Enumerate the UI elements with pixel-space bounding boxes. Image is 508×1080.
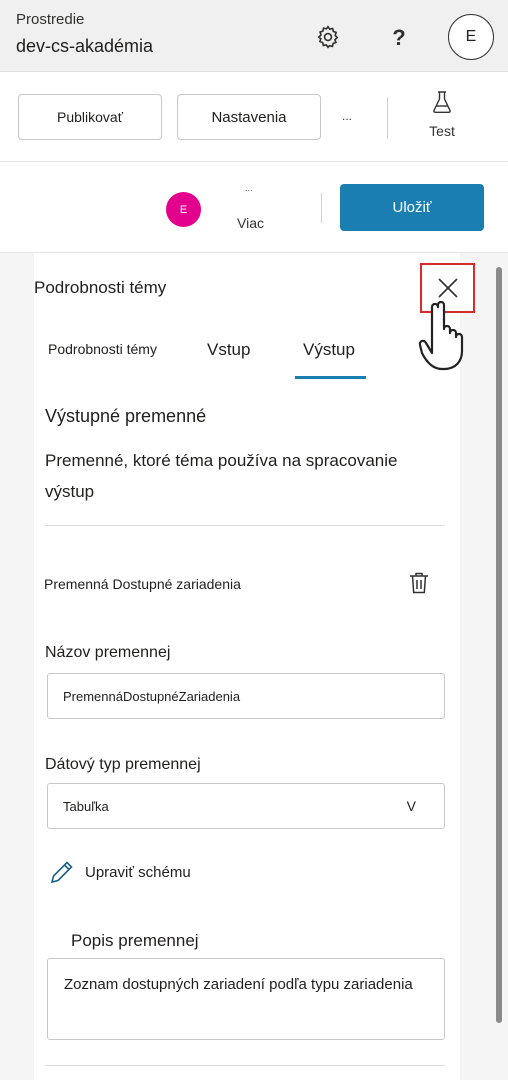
settings-gear-icon[interactable]	[313, 22, 343, 52]
publish-button[interactable]: Publikovať	[18, 94, 162, 140]
save-button[interactable]: Uložiť	[340, 184, 484, 231]
divider	[321, 193, 322, 223]
delete-trash-icon[interactable]	[408, 571, 434, 599]
variable-description-input[interactable]: Zoznam dostupných zariadení podľa typu z…	[47, 958, 445, 1040]
command-bar: Publikovať Nastavenia ... Test	[0, 72, 508, 162]
edit-schema-button[interactable]: Upraviť schému	[49, 857, 191, 887]
tab-input[interactable]: Vstup	[207, 340, 250, 360]
settings-button[interactable]: Nastavenia	[177, 94, 321, 140]
selected-tab-indicator	[295, 376, 366, 379]
variable-name-label: Názov premennej	[45, 644, 171, 661]
more-commands-button[interactable]: ...	[342, 109, 352, 123]
data-type-label: Dátový typ premennej	[45, 756, 201, 773]
test-button[interactable]: Test	[418, 90, 466, 146]
variable-heading: Premenná Dostupné zariadenia	[44, 576, 241, 592]
data-type-value: Tabuľka	[63, 798, 109, 814]
section-title: Výstupné premenné	[45, 406, 207, 426]
environment-label: Prostredie	[16, 11, 85, 28]
data-type-select[interactable]: Tabuľka V	[47, 783, 445, 829]
tab-output[interactable]: Výstup	[303, 340, 355, 360]
pencil-icon	[50, 861, 73, 884]
close-icon	[437, 278, 458, 298]
test-label: Test	[429, 123, 455, 139]
top-bar: Prostredie dev-cs-akadémia ? E	[0, 0, 508, 72]
panel-title: Podrobnosti témy	[34, 278, 167, 297]
divider	[45, 1065, 445, 1066]
topic-details-panel: Podrobnosti témy Podrobnosti témy Vstup …	[0, 253, 508, 1080]
chevron-down-icon: V	[406, 798, 416, 814]
help-icon[interactable]: ?	[386, 24, 412, 52]
divider	[387, 97, 388, 139]
save-bar: E ... Viac Uložiť	[0, 163, 508, 253]
divider	[45, 525, 445, 526]
more-button[interactable]: Viac	[237, 215, 264, 231]
variable-description-label: Popis premennej	[71, 931, 199, 950]
environment-name[interactable]: dev-cs-akadémia	[16, 36, 153, 57]
panel-scrollbar[interactable]	[496, 267, 502, 1023]
variable-name-input[interactable]: PremennáDostupnéZariadenia	[47, 673, 445, 719]
tab-topic-details[interactable]: Podrobnosti témy	[48, 341, 157, 357]
panel-content	[34, 253, 460, 1080]
section-description: Premenné, ktoré téma používa na spracova…	[45, 451, 398, 501]
user-avatar[interactable]: E	[448, 14, 494, 60]
more-dots-icon[interactable]: ...	[245, 183, 253, 193]
flask-icon	[433, 91, 451, 113]
collaborator-avatar[interactable]: E	[166, 192, 201, 227]
pointer-hand-icon	[418, 300, 464, 371]
edit-schema-label: Upraviť schému	[85, 863, 191, 881]
